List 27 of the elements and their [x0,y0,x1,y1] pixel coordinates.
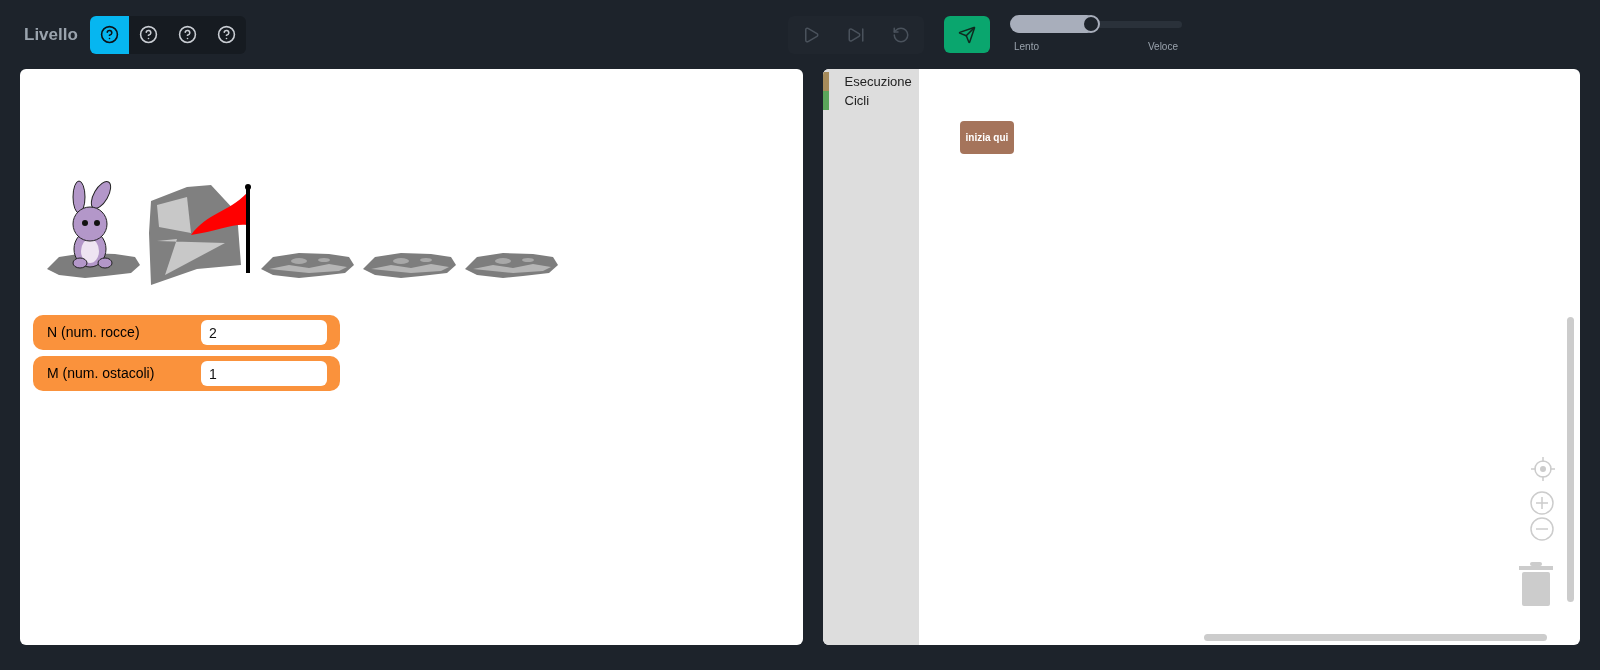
parameter-label: M (num. ostacoli) [47,364,156,383]
parameter-label: N (num. rocce) [47,323,141,342]
trash-icon[interactable] [1519,562,1553,606]
parameter-input[interactable]: 2 [201,320,327,345]
step-icon [847,25,865,44]
level-tab[interactable] [89,15,129,54]
vertical-scrollbar[interactable] [1567,317,1574,602]
send-icon [958,25,976,44]
category-item[interactable]: Esecuzione [844,71,912,92]
slow-label: Lento [1014,40,1040,54]
reset-icon [892,25,911,44]
zoom-in-icon[interactable] [1530,491,1554,515]
help-icon [177,25,197,44]
recenter-icon[interactable] [1530,456,1556,482]
help-icon [99,25,119,44]
help-icon [138,25,158,44]
zoom-out-icon[interactable] [1530,517,1554,541]
slider-thumb[interactable] [1082,15,1100,33]
send-button[interactable] [944,16,990,53]
level-label: Livello [24,23,78,46]
category-item[interactable]: Cicli [844,90,870,111]
help-icon [216,25,236,44]
horizontal-scrollbar[interactable] [1204,634,1547,641]
speed-slider[interactable] [1010,15,1182,33]
fast-label: Veloce [1147,40,1178,54]
start-block[interactable]: inizia qui [959,121,1015,154]
parameter-input[interactable]: 1 [201,361,327,386]
